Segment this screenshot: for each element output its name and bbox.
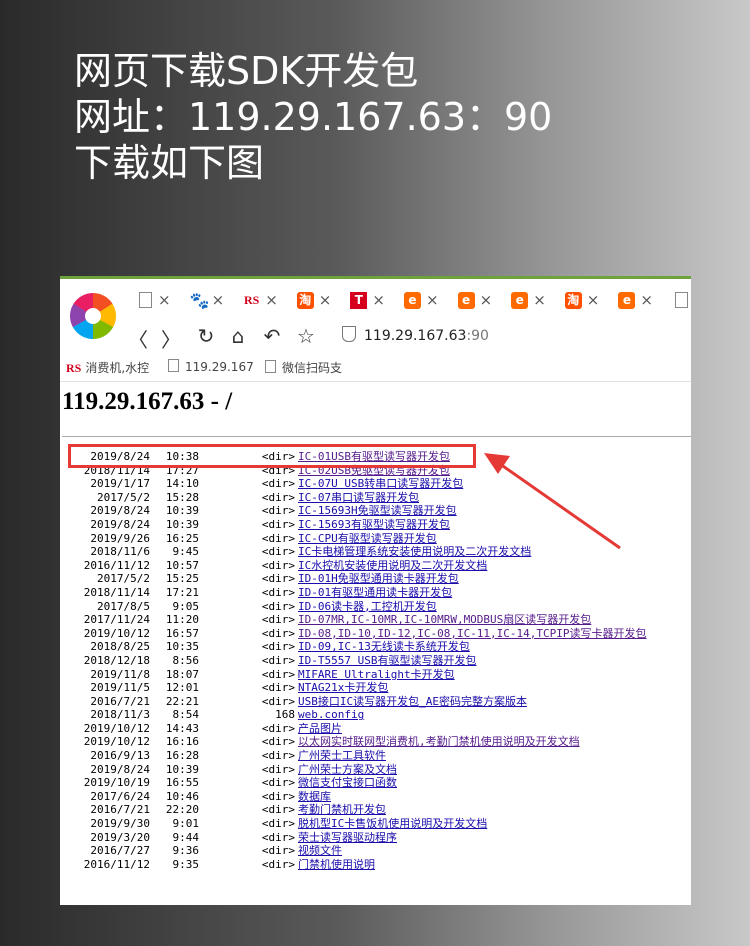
arrow-head (484, 453, 510, 474)
pointer-arrow-icon (484, 453, 621, 550)
arrow-shaft (499, 462, 621, 550)
